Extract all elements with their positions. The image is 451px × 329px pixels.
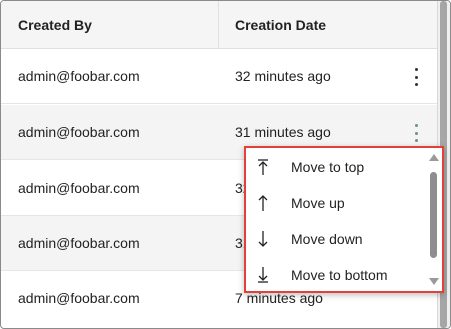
column-divider[interactable] (218, 1, 219, 49)
row-actions-kebab-icon[interactable] (406, 122, 426, 144)
column-header-creation-date[interactable]: Creation Date (235, 1, 326, 49)
row-actions-menu: Move to top Move up Move down Move to bo… (244, 146, 444, 293)
menu-item-move-down[interactable]: Move down (246, 221, 428, 257)
arrow-down-icon (256, 230, 270, 248)
table-header: Created By Creation Date (1, 1, 437, 49)
created-by-cell: admin@foobar.com (18, 290, 140, 306)
move-to-top-icon (256, 158, 270, 176)
creation-date-cell: 32 minutes ago (235, 68, 331, 84)
menu-scrollbar[interactable] (428, 148, 440, 291)
column-header-created-by[interactable]: Created By (18, 1, 92, 49)
menu-item-label: Move down (291, 231, 363, 247)
created-by-cell: admin@foobar.com (18, 180, 140, 196)
scroll-up-arrow-icon[interactable] (429, 154, 439, 161)
menu-item-move-to-top[interactable]: Move to top (246, 149, 428, 185)
menu-scrollbar-thumb[interactable] (430, 172, 437, 258)
created-by-cell: admin@foobar.com (18, 235, 140, 251)
menu-item-move-up[interactable]: Move up (246, 185, 428, 221)
menu-item-label: Move to top (291, 159, 365, 175)
created-by-cell: admin@foobar.com (18, 68, 140, 84)
arrow-up-icon (256, 194, 270, 212)
row-actions-kebab-icon[interactable] (406, 66, 426, 88)
table-row[interactable]: admin@foobar.com 32 minutes ago (1, 49, 437, 104)
menu-item-label: Move up (291, 195, 345, 211)
menu-item-label: Move to bottom (291, 267, 388, 283)
scroll-down-arrow-icon[interactable] (429, 278, 439, 285)
move-to-bottom-icon (256, 266, 270, 284)
menu-item-move-to-bottom[interactable]: Move to bottom (246, 257, 428, 291)
created-by-cell: admin@foobar.com (18, 124, 140, 140)
